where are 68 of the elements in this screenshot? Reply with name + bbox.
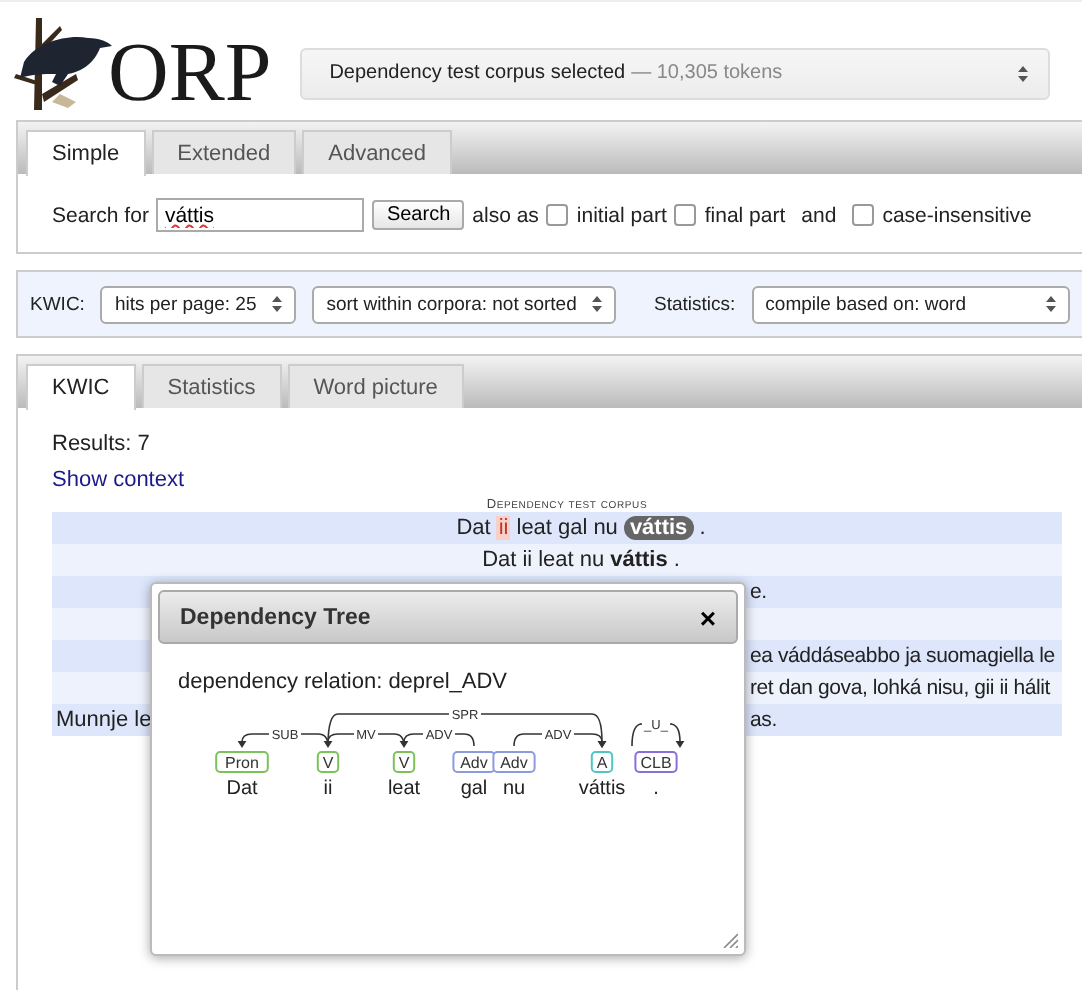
token-count: — 10,305 tokens: [631, 62, 783, 84]
pos-tag: CLB: [634, 751, 678, 773]
also-as-label: also as: [472, 203, 539, 227]
corpus-label: Dependency test corpus selected: [329, 62, 626, 84]
checkbox[interactable]: [852, 204, 875, 226]
token: leat: [538, 548, 574, 572]
updown-icon: [592, 296, 603, 312]
results-count: Results: 7: [52, 432, 152, 456]
compile-select[interactable]: compile based on: word: [751, 285, 1070, 323]
tree-word: leat: [387, 778, 421, 800]
hits-per-page-select[interactable]: hits per page: 25: [100, 285, 297, 323]
token: gal: [558, 516, 588, 540]
statistics-label: Statistics:: [654, 293, 736, 315]
option-label: initial part: [576, 203, 667, 227]
token: leat: [516, 516, 552, 540]
tree-word: Dat: [226, 778, 258, 800]
relation-text: dependency relation: deprel_ADV: [178, 670, 508, 694]
close-button[interactable]: ×: [699, 601, 716, 633]
updown-icon: [272, 296, 283, 312]
kwic-text: as.: [750, 708, 777, 732]
token: .: [673, 548, 680, 572]
tab[interactable]: Simple: [26, 130, 146, 176]
dialog-title: Dependency Tree: [180, 605, 371, 629]
pos-tag: A: [590, 751, 614, 773]
kwic-text: e.: [750, 580, 767, 604]
tree-word: .: [653, 778, 659, 800]
tab[interactable]: Statistics: [141, 364, 282, 408]
and-label: and: [801, 203, 837, 227]
token: .: [699, 516, 706, 540]
checkbox[interactable]: [674, 204, 697, 226]
pos-tag: Pron: [215, 751, 269, 773]
tab[interactable]: Advanced: [302, 130, 453, 174]
logo-text: ORP: [108, 33, 272, 113]
tree-word: ii: [323, 778, 333, 800]
token: Dat: [482, 548, 517, 572]
token: Dat: [456, 516, 491, 540]
pos-tag: V: [316, 751, 340, 773]
tab[interactable]: Word picture: [287, 364, 464, 408]
pos-tag: Adv: [452, 751, 496, 773]
search-button[interactable]: Search: [372, 200, 465, 230]
resize-handle-icon[interactable]: [722, 932, 738, 948]
show-context-link[interactable]: Show context: [52, 468, 185, 492]
tab[interactable]: KWIC: [26, 364, 136, 410]
updown-icon: [1018, 65, 1028, 81]
kwic-text: ret dan gova, lohká nisu, gii ii hálit: [750, 676, 1050, 700]
option-label: final part: [704, 203, 786, 227]
kwic-text: ea váddáseabbo ja suomagiella le: [750, 644, 1055, 668]
pos-tag: Adv: [492, 751, 536, 773]
search-field[interactable]: váttis: [156, 198, 365, 232]
token: nu: [579, 548, 605, 572]
corpus-selector[interactable]: Dependency test corpus selected — 10,305 tokens: [299, 47, 1050, 99]
token: nu: [593, 516, 618, 540]
match-word: váttis: [623, 516, 694, 540]
search-label: Search for: [52, 203, 149, 227]
token: váttis: [610, 548, 668, 572]
tree-word: gal: [460, 778, 488, 800]
checkbox[interactable]: [546, 204, 569, 226]
tree-word: nu: [502, 778, 526, 800]
option-label: case-insensitive: [882, 203, 1032, 227]
tab[interactable]: Extended: [151, 130, 297, 174]
updown-icon: [1046, 296, 1056, 312]
token: ii: [496, 516, 511, 540]
sort-select[interactable]: sort within corpora: not sorted: [312, 285, 617, 323]
tree-word: váttis: [578, 778, 626, 800]
kwic-text: Munnje le: [54, 708, 152, 732]
token: ii: [522, 548, 533, 572]
kwic-label: KWIC:: [30, 293, 85, 315]
pos-tag: V: [392, 751, 416, 773]
